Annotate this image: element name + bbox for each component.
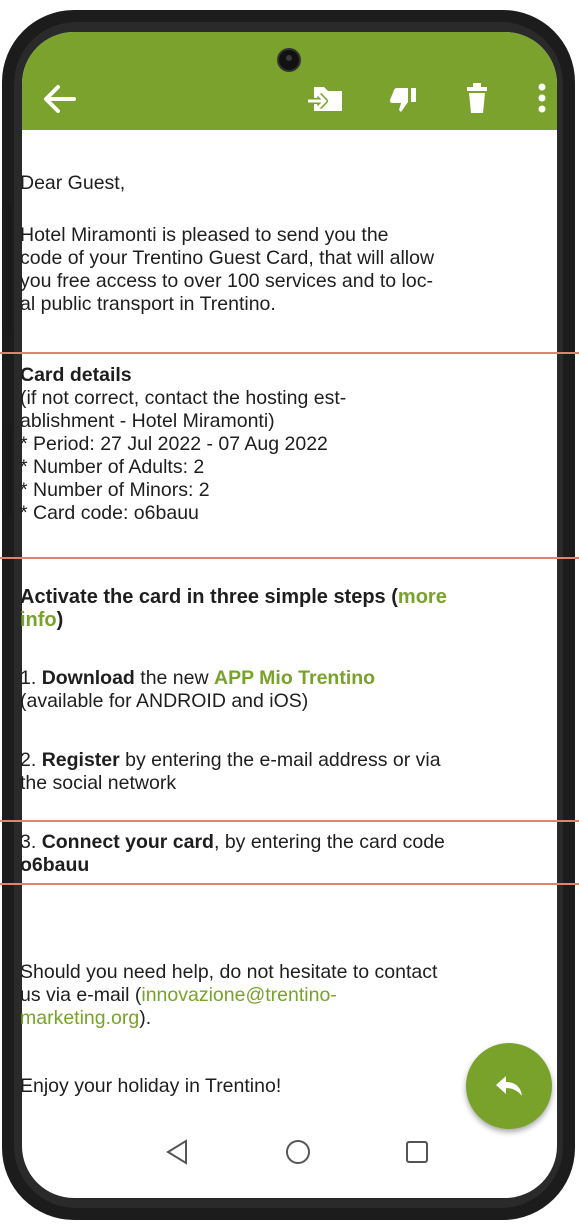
- help-paragraph: Should you need help, do not hesitate to…: [20, 961, 520, 1030]
- step-3-bold: Connect your card: [41, 831, 214, 853]
- step-1-text: the new: [134, 667, 214, 689]
- intro-line: Hotel Miramonti is pleased to send you t…: [20, 224, 389, 246]
- step-1-line2: (available for ANDROID and iOS): [20, 690, 309, 712]
- activate-heading-end: ): [56, 609, 64, 631]
- intro-line: code of your Trentino Guest Card, that w…: [20, 247, 435, 269]
- more-info-link[interactable]: more: [398, 586, 447, 608]
- separator: [0, 557, 579, 559]
- back-arrow-icon[interactable]: [42, 84, 76, 114]
- more-info-link[interactable]: info: [20, 609, 57, 631]
- step-2-line2: the social network: [20, 772, 177, 794]
- step-number: 1.: [20, 667, 42, 689]
- intro-paragraph: Hotel Miramonti is pleased to send you t…: [20, 224, 520, 316]
- intro-line: you free access to over 100 services and…: [20, 270, 433, 292]
- step-3-line: 3. Connect your card, by entering the ca…: [20, 831, 520, 854]
- card-adults: * Number of Adults: 2: [20, 456, 205, 478]
- more-vertical-icon[interactable]: [537, 83, 547, 113]
- delete-icon[interactable]: [464, 82, 490, 114]
- card-details-note: (if not correct, contact the hosting est…: [20, 387, 347, 409]
- help-text: ).: [139, 1007, 152, 1029]
- email-content: Dear Guest,: [20, 172, 520, 195]
- activate-section: Activate the card in three simple steps …: [20, 586, 520, 632]
- email-link[interactable]: marketing.org: [20, 1007, 139, 1029]
- home-circle-icon[interactable]: [285, 1139, 311, 1165]
- greeting: Dear Guest,: [20, 172, 126, 194]
- card-details-heading: Card details: [20, 364, 132, 386]
- step-2-line: 2. Register by entering the e-mail addre…: [20, 749, 520, 772]
- intro-line: al public transport in Trentino.: [20, 293, 276, 315]
- closing: Enjoy your holiday in Trentino!: [20, 1075, 520, 1098]
- step-number: 2.: [20, 749, 42, 771]
- activate-heading-text: Activate the card in three simple steps …: [20, 586, 398, 608]
- system-nav-bar: [22, 1122, 557, 1198]
- step-2: 2. Register by entering the e-mail addre…: [20, 749, 520, 795]
- email-link[interactable]: innovazione@trentino-: [141, 984, 336, 1006]
- card-details-note: ablishment - Hotel Miramonti): [20, 410, 275, 432]
- card-code: * Card code: o6bauu: [20, 502, 199, 524]
- recents-square-icon[interactable]: [405, 1140, 429, 1164]
- step-1-bold: Download: [41, 667, 135, 689]
- front-camera: [279, 50, 299, 70]
- help-text: us via e-mail (: [20, 984, 142, 1006]
- move-to-folder-icon[interactable]: [308, 84, 344, 114]
- step-2-text: by entering the e-mail address or via: [119, 749, 441, 771]
- step-2-bold: Register: [41, 749, 120, 771]
- step-1-line: 1. Download the new APP Mio Trentino: [20, 667, 520, 690]
- separator: [0, 352, 579, 354]
- step-1: 1. Download the new APP Mio Trentino (av…: [20, 667, 520, 713]
- help-line: marketing.org).: [20, 1007, 520, 1030]
- step-3: 3. Connect your card, by entering the ca…: [20, 831, 520, 877]
- back-triangle-icon[interactable]: [165, 1139, 189, 1165]
- card-period: * Period: 27 Jul 2022 - 07 Aug 2022: [20, 433, 328, 455]
- closing-line: Enjoy your holiday in Trentino!: [20, 1075, 282, 1097]
- step-number: 3.: [20, 831, 42, 853]
- separator: [0, 883, 579, 885]
- card-minors: * Number of Minors: 2: [20, 479, 210, 501]
- app-mio-trentino-link[interactable]: APP Mio Trentino: [214, 667, 375, 689]
- step-3-code: o6bauu: [20, 854, 90, 876]
- thumbs-down-icon[interactable]: [388, 86, 418, 114]
- separator: [0, 820, 579, 822]
- card-details: Card details (if not correct, contact th…: [20, 364, 520, 525]
- step-3-text: , by entering the card code: [213, 831, 445, 853]
- help-line: Should you need help, do not hesitate to…: [20, 961, 438, 983]
- activate-heading: Activate the card in three simple steps …: [20, 586, 520, 609]
- app-bar: [22, 32, 557, 130]
- help-line: us via e-mail (innovazione@trentino-: [20, 984, 520, 1007]
- activate-heading-line2: info): [20, 609, 520, 632]
